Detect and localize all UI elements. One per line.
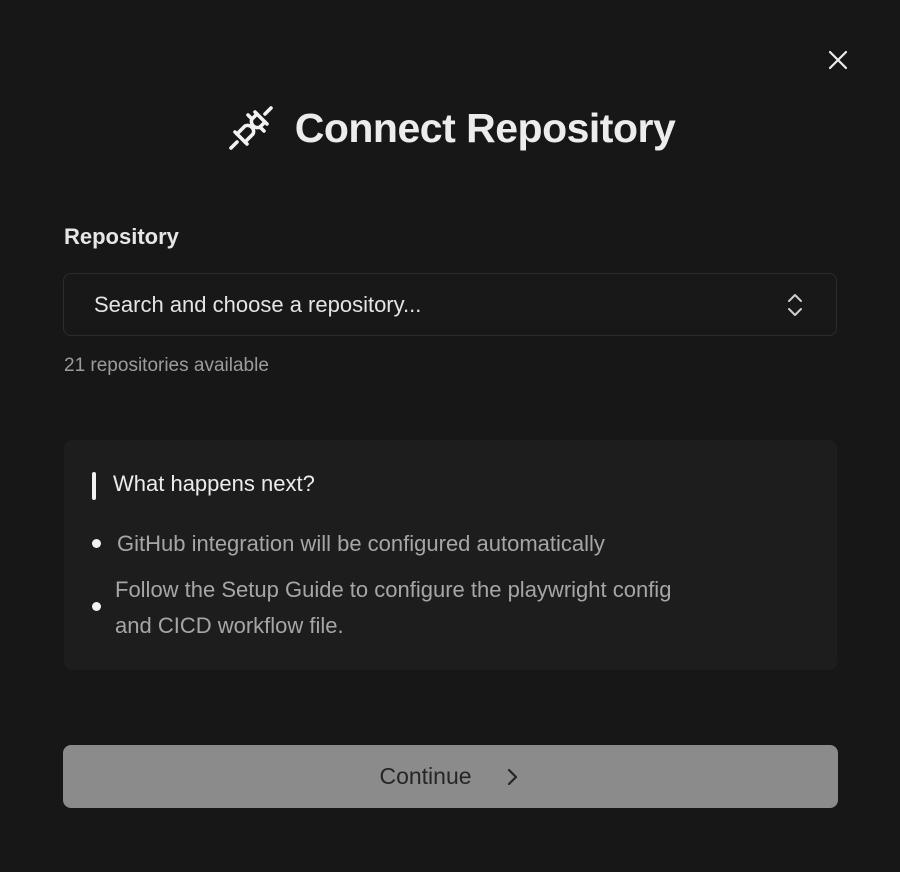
bullet: [92, 602, 101, 611]
chevron-right-icon: [502, 767, 522, 787]
dialog-header: Connect Repository: [0, 98, 900, 158]
repository-select[interactable]: Search and choose a repository...: [63, 273, 837, 336]
chevron-up-down-icon: [784, 290, 806, 320]
continue-label: Continue: [379, 763, 472, 789]
repositories-count: 21 repositories available: [64, 355, 269, 376]
continue-button[interactable]: Continue: [63, 745, 838, 808]
bullet: [92, 539, 101, 548]
close-button[interactable]: [822, 44, 854, 76]
next-steps-title: What happens next?: [113, 471, 315, 496]
accent-bar: [92, 472, 96, 500]
repository-label: Repository: [64, 224, 179, 249]
next-step-item: Follow the Setup Guide to configure the …: [115, 577, 672, 638]
repository-select-placeholder: Search and choose a repository...: [94, 291, 422, 317]
next-steps-panel: What happens next? GitHub integration wi…: [64, 440, 837, 670]
dialog-title: Connect Repository: [294, 104, 676, 151]
next-step-item: GitHub integration will be configured au…: [117, 531, 605, 556]
close-icon: [828, 50, 848, 70]
plug-disconnected-icon: [225, 102, 277, 154]
connect-repository-dialog: Connect Repository Repository Search and…: [0, 0, 900, 872]
